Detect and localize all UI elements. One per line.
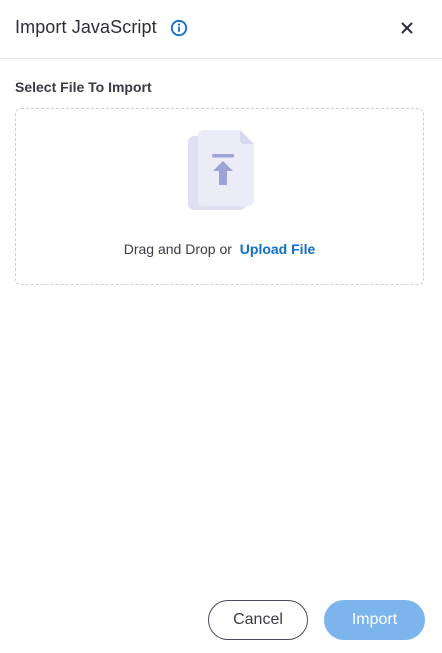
drag-drop-text: Drag and Drop or <box>123 241 232 257</box>
cancel-button[interactable]: Cancel <box>208 600 308 640</box>
file-dropzone[interactable]: Drag and Drop or Upload File <box>15 108 424 285</box>
close-icon <box>401 22 413 34</box>
upload-file-link[interactable]: Upload File <box>240 241 315 257</box>
dialog-header: Import JavaScript <box>0 0 442 59</box>
file-upload-icon <box>186 128 256 212</box>
import-button[interactable]: Import <box>324 600 425 640</box>
close-button[interactable] <box>396 17 418 39</box>
dropzone-prompt-row: Drag and Drop or Upload File <box>16 241 423 257</box>
select-file-label: Select File To Import <box>15 79 152 95</box>
dialog-title: Import JavaScript <box>15 17 157 37</box>
info-icon[interactable] <box>170 19 188 37</box>
